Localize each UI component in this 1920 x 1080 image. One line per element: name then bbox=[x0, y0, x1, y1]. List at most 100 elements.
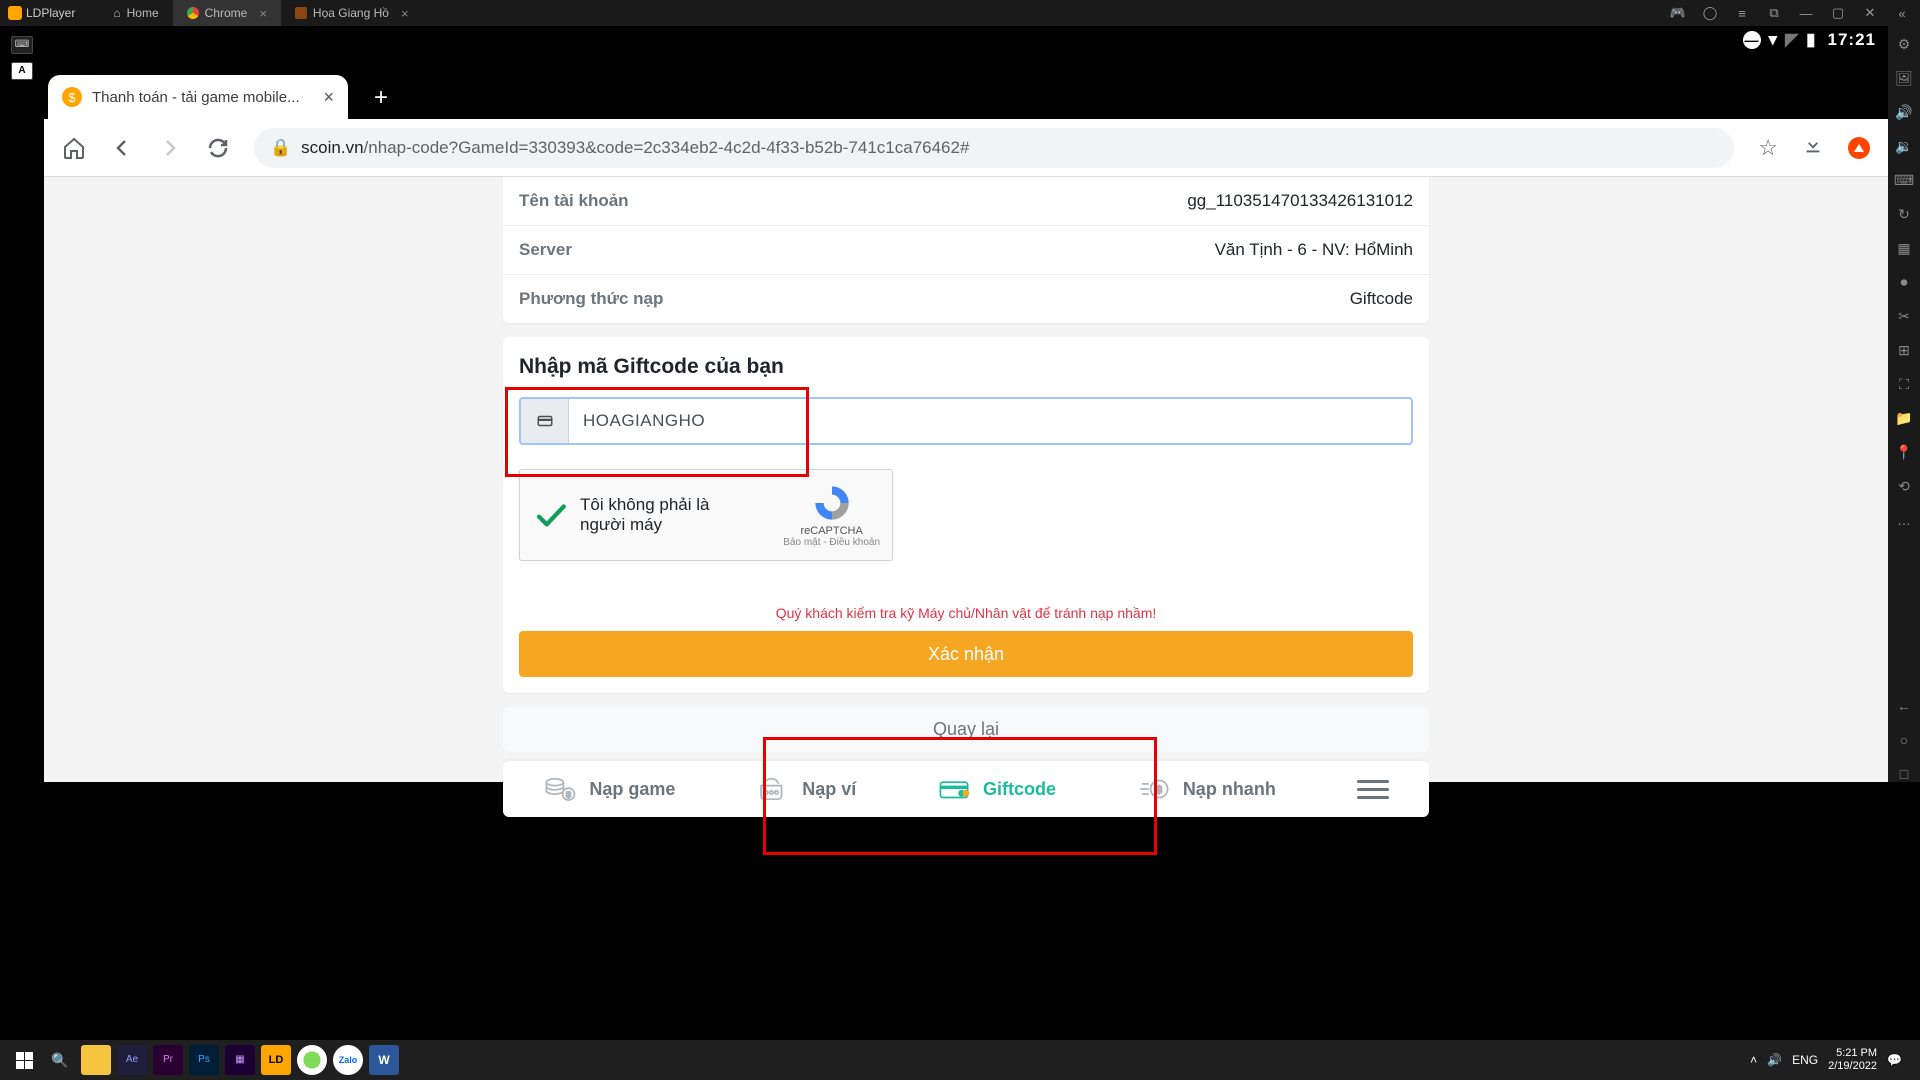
rotate-icon[interactable]: ⟲ bbox=[1896, 478, 1912, 494]
ldplayer-app-name: LDPlayer bbox=[26, 6, 75, 20]
taskbar-app-ae[interactable]: Ae bbox=[117, 1045, 147, 1075]
nav-label: Nạp nhanh bbox=[1183, 779, 1276, 800]
giftcode-input[interactable] bbox=[569, 399, 1411, 443]
recaptcha-label: Tôi không phải là người máy bbox=[580, 495, 758, 536]
tray-language[interactable]: ENG bbox=[1792, 1053, 1818, 1067]
download-icon[interactable] bbox=[1802, 134, 1824, 162]
nav-menu[interactable] bbox=[1357, 780, 1389, 799]
ldplayer-logo: LDPlayer bbox=[0, 6, 83, 20]
home-nav-icon[interactable]: ○ bbox=[1896, 732, 1912, 748]
operation-icon[interactable]: ⊞ bbox=[1896, 342, 1912, 358]
ldplayer-logo-icon bbox=[8, 6, 22, 20]
emulator-left-toolbar: ⌨ A bbox=[0, 26, 44, 782]
new-tab-button[interactable]: + bbox=[364, 81, 398, 115]
nav-nap-game[interactable]: $ Nạp game bbox=[543, 775, 675, 803]
close-icon[interactable]: × bbox=[259, 6, 267, 21]
volume-up-icon[interactable]: 🔊 bbox=[1896, 104, 1912, 120]
recaptcha-logo-icon bbox=[809, 483, 855, 523]
taskbar-app-ld[interactable]: LD bbox=[261, 1045, 291, 1075]
fullscreen-icon[interactable]: ⛶ bbox=[1896, 376, 1912, 392]
user-icon[interactable]: ◯ bbox=[1700, 5, 1720, 21]
ldplayer-titlebar: LDPlayer ⌂ Home Chrome × Họa Giang Hồ × … bbox=[0, 0, 1920, 26]
giftcode-heading: Nhập mã Giftcode của bạn bbox=[519, 355, 1413, 379]
back-button[interactable]: Quay lại bbox=[503, 707, 1429, 752]
taskbar-app-zalo[interactable]: Zalo bbox=[333, 1045, 363, 1075]
multi-icon[interactable]: ▦ bbox=[1896, 240, 1912, 256]
method-label: Phương thức nạp bbox=[519, 289, 663, 309]
chrome-toolbar: 🔒 scoin.vn/nhap-code?GameId=330393&code=… bbox=[44, 119, 1888, 177]
picture-icon[interactable]: 🖼 bbox=[1896, 70, 1912, 86]
ldplayer-tab-home[interactable]: ⌂ Home bbox=[99, 0, 172, 26]
minimize-icon[interactable]: — bbox=[1796, 6, 1816, 21]
windows-search-icon[interactable]: 🔍 bbox=[42, 1044, 78, 1076]
info-row-account: Tên tài khoản gg_110351470133426131012 bbox=[503, 177, 1429, 226]
recents-icon[interactable]: □ bbox=[1896, 766, 1912, 782]
nav-giftcode[interactable]: Giftcode bbox=[937, 775, 1056, 803]
chrome-tab[interactable]: $ Thanh toán - tải game mobile... × bbox=[48, 75, 348, 119]
taskbar-app-coccoc[interactable] bbox=[297, 1045, 327, 1075]
tray-time: 5:21 PM bbox=[1828, 1047, 1877, 1060]
extension-icon[interactable] bbox=[1848, 137, 1870, 159]
forward-icon[interactable] bbox=[158, 136, 182, 160]
hamburger-icon bbox=[1357, 780, 1389, 799]
url-path: /nhap-code?GameId=330393&code=2c334eb2-4… bbox=[364, 138, 970, 157]
wifi-icon: ▾ bbox=[1769, 30, 1778, 50]
sync-icon[interactable]: ↻ bbox=[1896, 206, 1912, 222]
confirm-button[interactable]: Xác nhận bbox=[519, 631, 1413, 677]
scissors-icon[interactable]: ✂ bbox=[1896, 308, 1912, 324]
recaptcha-links[interactable]: Bảo mật - Điều khoản bbox=[783, 537, 880, 548]
nav-label: Giftcode bbox=[983, 779, 1056, 800]
text-icon[interactable]: A bbox=[11, 62, 33, 80]
detach-icon[interactable]: ⧉ bbox=[1764, 5, 1784, 21]
ldplayer-window-controls: 🎮 ◯ ≡ ⧉ — ▢ ✕ « bbox=[1668, 5, 1920, 21]
keyboard-icon[interactable]: ⌨ bbox=[11, 36, 33, 54]
windows-start-button[interactable] bbox=[6, 1044, 42, 1076]
nav-nap-nhanh[interactable]: $ Nạp nhanh bbox=[1137, 775, 1276, 803]
settings-icon[interactable]: ⚙ bbox=[1896, 36, 1912, 52]
taskbar-app-me[interactable]: ▦ bbox=[225, 1045, 255, 1075]
more-icon[interactable]: … bbox=[1896, 512, 1912, 528]
taskbar-app-pr[interactable]: Pr bbox=[153, 1045, 183, 1075]
tray-chevron-icon[interactable]: ˄ bbox=[1750, 1053, 1757, 1067]
recaptcha-widget[interactable]: Tôi không phải là người máy reCAPTCHA Bả… bbox=[519, 469, 893, 561]
reload-icon[interactable] bbox=[206, 136, 230, 160]
location-icon[interactable]: 📍 bbox=[1896, 444, 1912, 460]
gamepad-icon[interactable]: 🎮 bbox=[1668, 5, 1688, 21]
keymap-icon[interactable]: ⌨ bbox=[1896, 172, 1912, 188]
tray-clock[interactable]: 5:21 PM 2/19/2022 bbox=[1828, 1047, 1877, 1073]
back-icon[interactable]: ← bbox=[1896, 698, 1912, 714]
home-icon[interactable] bbox=[62, 136, 86, 160]
account-value: gg_110351470133426131012 bbox=[1187, 191, 1413, 211]
tray-volume-icon[interactable]: 🔊 bbox=[1767, 1053, 1782, 1067]
notifications-icon[interactable]: 💬 bbox=[1887, 1053, 1902, 1067]
close-icon[interactable]: × bbox=[401, 6, 409, 21]
record-icon[interactable]: ⏺ bbox=[1896, 274, 1912, 290]
recaptcha-badge: reCAPTCHA Bảo mật - Điều khoản bbox=[783, 483, 880, 548]
volume-down-icon[interactable]: 🔉 bbox=[1896, 138, 1912, 154]
maximize-icon[interactable]: ▢ bbox=[1828, 5, 1848, 21]
bookmark-icon[interactable]: ☆ bbox=[1758, 135, 1778, 161]
ldplayer-tab-game[interactable]: Họa Giang Hồ × bbox=[281, 0, 423, 26]
game-icon bbox=[295, 7, 307, 19]
taskbar-app-explorer[interactable] bbox=[81, 1045, 111, 1075]
chrome-icon bbox=[187, 7, 199, 19]
ldplayer-side-toolbar: ⚙ 🖼 🔊 🔉 ⌨ ↻ ▦ ⏺ ✂ ⊞ ⛶ 📁 📍 ⟲ … ← ○ □ bbox=[1888, 26, 1920, 782]
ldplayer-tab-chrome[interactable]: Chrome × bbox=[173, 0, 281, 26]
address-bar[interactable]: 🔒 scoin.vn/nhap-code?GameId=330393&code=… bbox=[254, 128, 1734, 168]
collapse-icon[interactable]: « bbox=[1892, 6, 1912, 21]
giftcode-input-wrap bbox=[519, 397, 1413, 445]
nav-nap-vi[interactable]: Nạp ví bbox=[756, 775, 856, 803]
server-value: Văn Tịnh - 6 - NV: HổMinh bbox=[1215, 240, 1413, 260]
favicon-icon: $ bbox=[62, 87, 82, 107]
menu-icon[interactable]: ≡ bbox=[1732, 6, 1752, 21]
back-icon[interactable] bbox=[110, 136, 134, 160]
close-icon[interactable]: ✕ bbox=[1860, 5, 1880, 21]
ldplayer-tabs: ⌂ Home Chrome × Họa Giang Hồ × bbox=[99, 0, 422, 26]
page-content: Tên tài khoản gg_110351470133426131012 S… bbox=[44, 177, 1888, 782]
taskbar-app-word[interactable]: W bbox=[369, 1045, 399, 1075]
taskbar-app-ps[interactable]: Ps bbox=[189, 1045, 219, 1075]
close-tab-icon[interactable]: × bbox=[323, 87, 334, 108]
nav-label: Nạp ví bbox=[802, 779, 856, 800]
giftcode-icon bbox=[937, 775, 971, 803]
folder-icon[interactable]: 📁 bbox=[1896, 410, 1912, 426]
